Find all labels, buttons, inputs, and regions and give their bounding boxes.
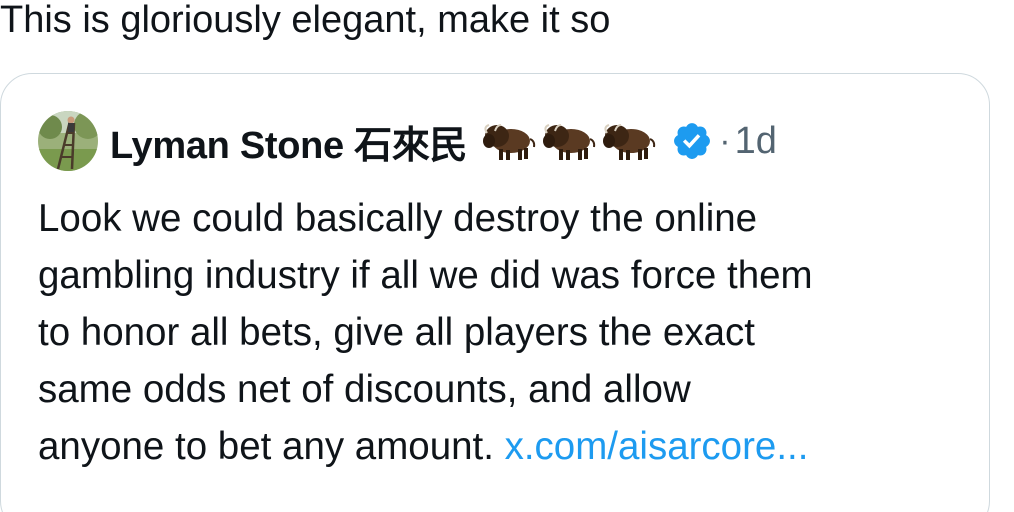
tweet-link[interactable]: x.com/aisarcore... [505, 425, 809, 468]
bison-icon [603, 124, 656, 160]
timestamp[interactable]: 1d [735, 120, 777, 163]
tweet-line-last: anyone to bet any amount. x.com/aisarcor… [38, 418, 978, 475]
tweet-line: same odds net of discounts, and allow [38, 368, 691, 411]
separator-dot: · [719, 121, 731, 160]
name-emojis [481, 119, 661, 163]
author-name[interactable]: Lyman Stone 石來民 [110, 114, 468, 169]
tweet-line: Look we could basically destroy the onli… [38, 197, 758, 240]
tweet-line-text: anyone to bet any amount. [38, 425, 505, 468]
author-row: Lyman Stone 石來民 · 1d [110, 114, 777, 169]
quoted-tweet-text: Look we could basically destroy the onli… [38, 190, 978, 475]
bison-icon [543, 124, 596, 160]
avatar-image [38, 111, 98, 171]
post-text: This is gloriously elegant, make it so [0, 0, 611, 41]
author-avatar[interactable] [38, 111, 98, 171]
bison-icon [483, 124, 536, 160]
tweet-line: to honor all bets, give all players the … [38, 311, 755, 354]
tweet-line: gambling industry if all we did was forc… [38, 254, 813, 297]
verified-badge-icon [674, 123, 711, 159]
